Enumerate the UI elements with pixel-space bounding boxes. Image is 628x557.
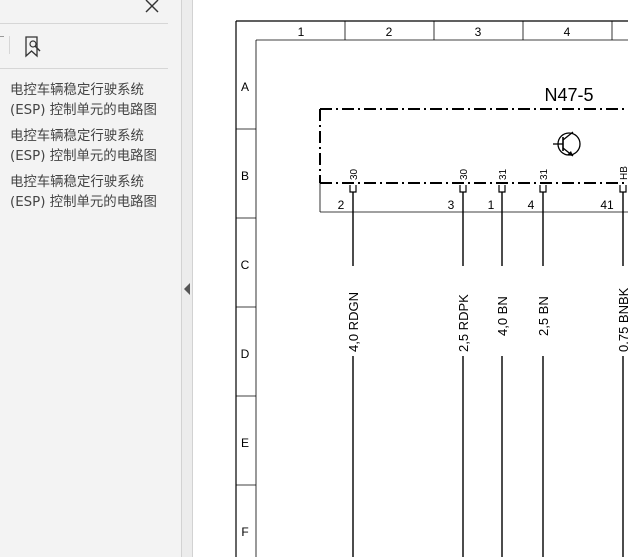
- close-icon: [145, 0, 159, 13]
- row-letter: F: [241, 525, 248, 539]
- pin-number: 41: [600, 198, 614, 212]
- pin-terminal-label: 31: [498, 168, 509, 180]
- bookmark-subtitle: (ESP) 控制单元的电路图: [10, 149, 157, 164]
- bookmark-item[interactable]: 电控车辆稳定行驶系统 (ESP) 控制单元的电路图: [10, 173, 178, 213]
- pin-terminal-label: 30: [349, 168, 360, 180]
- row-letter: B: [241, 169, 249, 183]
- pin-number: 2: [338, 198, 345, 212]
- bookmark-icon: [25, 36, 41, 58]
- pin-number: 3: [448, 198, 455, 212]
- component-label: N47-5: [544, 85, 593, 105]
- column-number: 4: [564, 25, 571, 39]
- row-letter: A: [241, 80, 249, 94]
- toolbar-divider: [9, 36, 10, 54]
- bookmark-options-button[interactable]: [22, 35, 44, 59]
- transistor-icon: [553, 131, 581, 157]
- wire-label: 0.75 BNBK: [616, 287, 628, 352]
- wire-label: 2,5 BN: [536, 296, 551, 336]
- wire-label: 4,0 BN: [495, 296, 510, 336]
- wire-label: 4,0 RDGN: [346, 292, 361, 352]
- pin-bracket: [349, 185, 357, 193]
- sidebar-divider: [0, 23, 168, 24]
- circuit-diagram: 1 2 3 4 A B C D E F N47-5 3024,0 RDGN303…: [235, 20, 628, 557]
- bookmark-sidebar: 电控车辆稳定行驶系统 (ESP) 控制单元的电路图 电控车辆稳定行驶系统 (ES…: [0, 0, 181, 557]
- column-number: 1: [298, 25, 305, 39]
- pin-terminal-label: 30: [459, 168, 470, 180]
- pin-bracket: [539, 185, 547, 193]
- collapse-arrow-icon[interactable]: [184, 283, 190, 295]
- sidebar-edge-mark: [0, 36, 4, 37]
- sidebar-splitter[interactable]: [181, 0, 193, 557]
- bookmark-subtitle: (ESP) 控制单元的电路图: [10, 195, 157, 210]
- pin-group: 30 2 4,0 RDGN 30 3 2,5 RDPK 31 1 4,0 BN 31 4 2,5 BN…: [338, 166, 628, 557]
- column-number: 2: [386, 25, 393, 39]
- column-number: 3: [475, 25, 482, 39]
- bookmark-subtitle: (ESP) 控制单元的电路图: [10, 103, 157, 118]
- pin-terminal-label: HB: [619, 166, 628, 180]
- sidebar-divider: [0, 68, 168, 69]
- row-letter: D: [241, 347, 250, 361]
- pin-bracket: [619, 185, 627, 193]
- row-letter: E: [241, 436, 249, 450]
- pin-terminal-label: 31: [539, 168, 550, 180]
- document-page: 1 2 3 4 A B C D E F N47-5 30 2 4,0 RDGN …: [193, 0, 628, 557]
- bookmark-title: 电控车辆稳定行驶系统: [10, 83, 144, 98]
- close-sidebar-button[interactable]: [142, 0, 162, 16]
- pin-number: 4: [528, 198, 535, 212]
- pin-bracket: [498, 185, 506, 193]
- bookmark-title: 电控车辆稳定行驶系统: [10, 129, 144, 144]
- row-letter: C: [241, 258, 250, 272]
- bookmark-title: 电控车辆稳定行驶系统: [10, 175, 144, 190]
- bookmark-item[interactable]: 电控车辆稳定行驶系统 (ESP) 控制单元的电路图: [10, 81, 178, 121]
- wire-label: 2,5 RDPK: [456, 294, 471, 352]
- pin-bracket: [459, 185, 467, 193]
- bookmark-item[interactable]: 电控车辆稳定行驶系统 (ESP) 控制单元的电路图: [10, 127, 178, 167]
- pin-number: 1: [488, 198, 495, 212]
